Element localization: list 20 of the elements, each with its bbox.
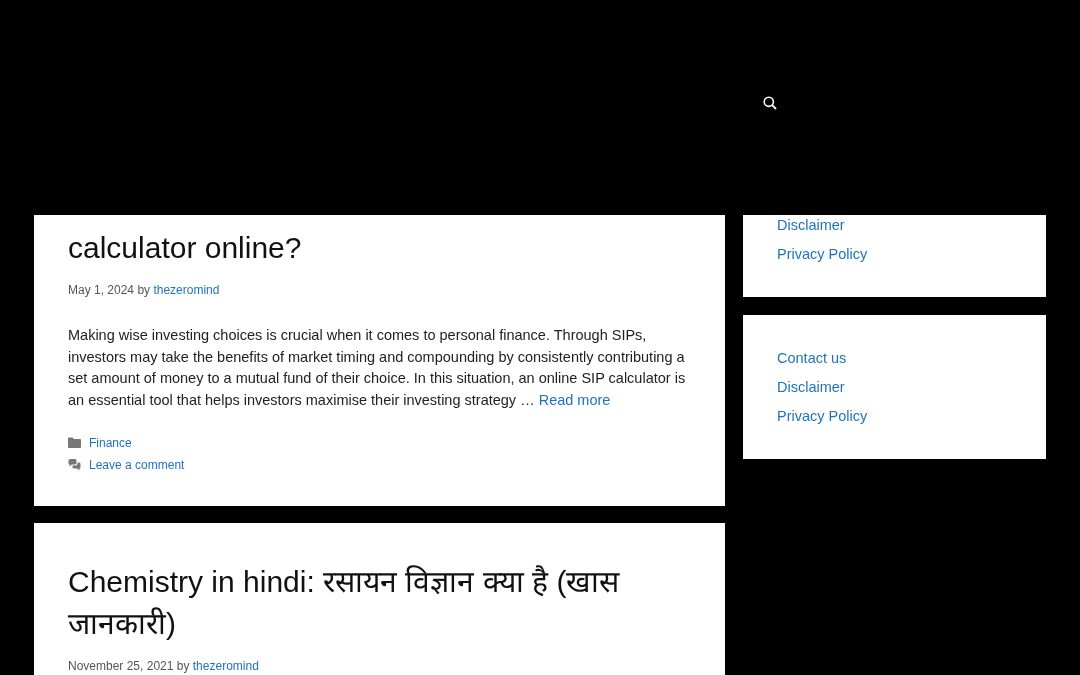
sidebar-link[interactable]: Disclaimer [777,217,845,234]
read-more-link[interactable]: Read more [538,392,611,409]
category-link[interactable]: Finance [89,433,132,452]
post-date: November 25, 2021 [68,658,174,673]
sidebar-link[interactable]: Contact us [777,350,847,367]
author-link[interactable]: thezeromind [192,658,259,673]
sidebar-link[interactable]: Privacy Policy [777,408,868,425]
post-title[interactable]: calculator online? [68,227,691,269]
byline-text: by [176,658,190,673]
comment-link[interactable]: Leave a comment [89,455,185,474]
post-title[interactable]: Chemistry in hindi: रसायन विज्ञान क्या है (खास जानकारी) [68,560,691,645]
sidebar-link[interactable]: Privacy Policy [777,246,868,263]
post-date: May 1, 2024 [68,283,135,297]
sidebar-link[interactable]: Disclaimer [777,379,845,396]
folder-icon [68,437,81,449]
search-icon[interactable] [763,96,777,110]
post-excerpt: Making wise investing choices is crucial when it comes to personal finance. Through SIPs, investors may take the benefits of market timing and compounding by consistently contributing a set amount of money to a mutual fund of their choice. In this situation, an online SIP calculator is an essential tool that helps investors maximise their investing strategy … Read more [68,326,687,411]
author-link[interactable]: thezeromind [153,283,220,297]
byline-text: by [137,283,151,297]
comments-icon [68,458,81,471]
